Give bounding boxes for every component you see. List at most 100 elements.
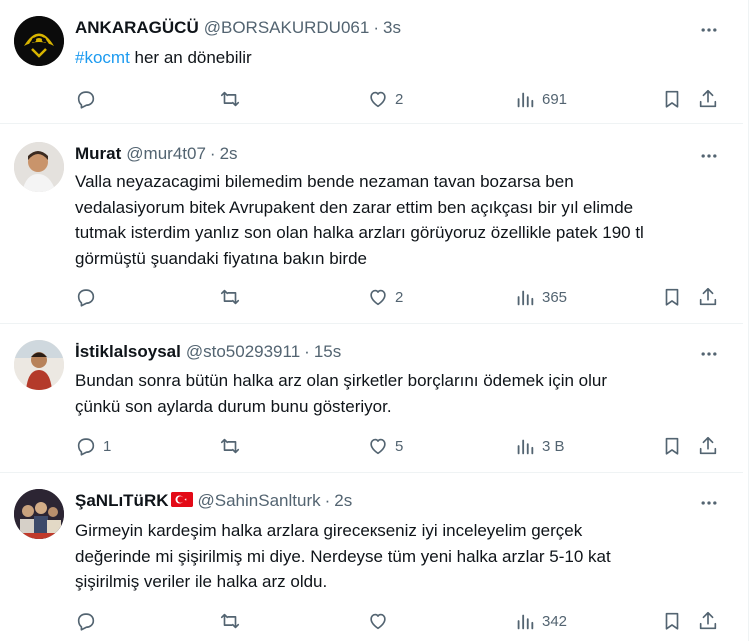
like-button[interactable]: 5	[367, 434, 403, 458]
share-icon	[699, 611, 717, 630]
bookmark-icon	[665, 288, 679, 306]
display-name[interactable]: ANKARAGÜCÜ	[75, 18, 199, 38]
retweet-button[interactable]	[219, 434, 247, 458]
tweet-actions: 2 691	[75, 87, 730, 111]
username[interactable]: @sto50293911	[186, 342, 300, 362]
bookmark-icon	[665, 437, 679, 455]
avatar[interactable]	[14, 142, 64, 192]
views-button[interactable]: 3 B	[514, 434, 565, 458]
timestamp[interactable]: 15s	[314, 342, 341, 362]
reply-button[interactable]	[75, 609, 103, 633]
username[interactable]: @mur4t07	[126, 144, 206, 164]
views-icon	[517, 614, 534, 630]
timestamp[interactable]: 3s	[383, 18, 401, 38]
username[interactable]: @BORSAKURDU061	[204, 18, 370, 38]
like-icon	[370, 438, 386, 455]
like-count: 2	[395, 90, 404, 108]
share-button[interactable]	[697, 285, 719, 309]
avatar[interactable]	[14, 340, 64, 390]
bookmark-button[interactable]	[661, 434, 683, 458]
views-button[interactable]: 342	[514, 609, 567, 633]
more-icon[interactable]	[697, 18, 721, 42]
reply-button[interactable]	[75, 285, 103, 309]
reply-icon	[77, 613, 95, 631]
avatar[interactable]	[14, 16, 64, 66]
group-photo-avatar	[14, 489, 64, 539]
tweet-actions: 1 5 3 B	[75, 434, 730, 458]
like-button[interactable]	[367, 609, 395, 633]
retweet-button[interactable]	[219, 285, 247, 309]
view-count: 691	[542, 90, 568, 108]
retweet-button[interactable]	[219, 87, 247, 111]
more-icon[interactable]	[697, 144, 721, 168]
separator-dot: ·	[304, 342, 310, 361]
like-count: 2	[395, 288, 404, 306]
hashtag-link[interactable]: #kocmt	[75, 48, 130, 67]
reply-icon	[77, 438, 95, 456]
more-icon[interactable]	[697, 342, 721, 366]
person-photo-avatar	[14, 340, 64, 390]
more-icon[interactable]	[697, 491, 721, 515]
separator-dot: ·	[324, 491, 331, 510]
like-button[interactable]: 2	[367, 87, 403, 111]
view-count: 342	[542, 612, 568, 630]
reply-icon	[77, 289, 95, 307]
reply-icon	[77, 91, 95, 109]
bookmark-button[interactable]	[661, 87, 683, 111]
tweet[interactable]: İstiklalsoysal @sto50293911 · 15s Bundan…	[0, 324, 743, 473]
retweet-icon	[220, 91, 240, 107]
like-icon	[370, 613, 386, 630]
views-icon	[517, 92, 534, 108]
bookmark-button[interactable]	[661, 609, 683, 633]
tweet[interactable]: Murat @mur4t07 · 2s Valla neyazacagimi b…	[0, 124, 743, 324]
like-count: 5	[395, 437, 404, 455]
reply-button[interactable]	[75, 87, 103, 111]
bookmark-button[interactable]	[661, 285, 683, 309]
share-button[interactable]	[697, 87, 719, 111]
view-count: 365	[542, 288, 568, 306]
snake-logo-avatar	[14, 16, 64, 66]
bookmark-icon	[665, 612, 679, 630]
share-button[interactable]	[697, 434, 719, 458]
avatar[interactable]	[14, 489, 64, 539]
tweet-actions: 2 365	[75, 285, 730, 309]
share-icon	[699, 89, 717, 108]
like-icon	[370, 91, 386, 108]
tweet-feed: ANKARAGÜCÜ @BORSAKURDU061 · 3s #kocmt he…	[0, 0, 749, 641]
tweet-actions: 342	[75, 609, 730, 633]
tweet-header: ŞaNLıTüRK @SahinSanlturk · 2s	[75, 491, 352, 511]
reply-button[interactable]: 1	[75, 434, 111, 458]
tweet-text-content: her an dönebilir	[129, 48, 252, 67]
retweet-icon	[220, 289, 240, 305]
share-button[interactable]	[697, 609, 719, 633]
tweet-header: Murat @mur4t07 · 2s	[75, 144, 238, 164]
bookmark-icon	[665, 90, 679, 108]
timestamp[interactable]: 2s	[334, 491, 352, 511]
views-button[interactable]: 691	[514, 87, 567, 111]
tweet-text: Bundan sonra bütün halka arz olan şirket…	[75, 371, 608, 416]
views-icon	[517, 290, 534, 306]
views-button[interactable]: 365	[514, 285, 567, 309]
retweet-icon	[220, 613, 240, 629]
retweet-button[interactable]	[219, 609, 247, 633]
retweet-icon	[220, 438, 240, 454]
timestamp[interactable]: 2s	[220, 144, 238, 164]
reply-count: 1	[103, 437, 112, 455]
tweet-text: Girmeyin kardeşim halka arzlara gireceкs…	[75, 521, 611, 591]
views-icon	[517, 439, 534, 455]
tweet-text: #kocmt her an dönebilir	[75, 45, 725, 71]
share-icon	[699, 436, 717, 455]
like-icon	[370, 289, 386, 306]
like-button[interactable]: 2	[367, 285, 403, 309]
tweet-header: ANKARAGÜCÜ @BORSAKURDU061 · 3s	[75, 18, 401, 38]
person-photo-avatar	[14, 142, 64, 192]
tweet[interactable]: ANKARAGÜCÜ @BORSAKURDU061 · 3s #kocmt he…	[0, 0, 743, 124]
display-name[interactable]: İstiklalsoysal	[75, 342, 181, 362]
display-name[interactable]: ŞaNLıTüRK	[75, 491, 169, 511]
separator-dot: ·	[209, 144, 216, 163]
tweet-text: Valla neyazacagimi bilemedim bende nezam…	[75, 172, 644, 268]
username[interactable]: @SahinSanlturk	[198, 491, 321, 511]
display-name[interactable]: Murat	[75, 144, 121, 164]
tweet[interactable]: ŞaNLıTüRK @SahinSanlturk · 2s Girmeyin k…	[0, 473, 743, 641]
view-count: 3 B	[542, 437, 565, 455]
